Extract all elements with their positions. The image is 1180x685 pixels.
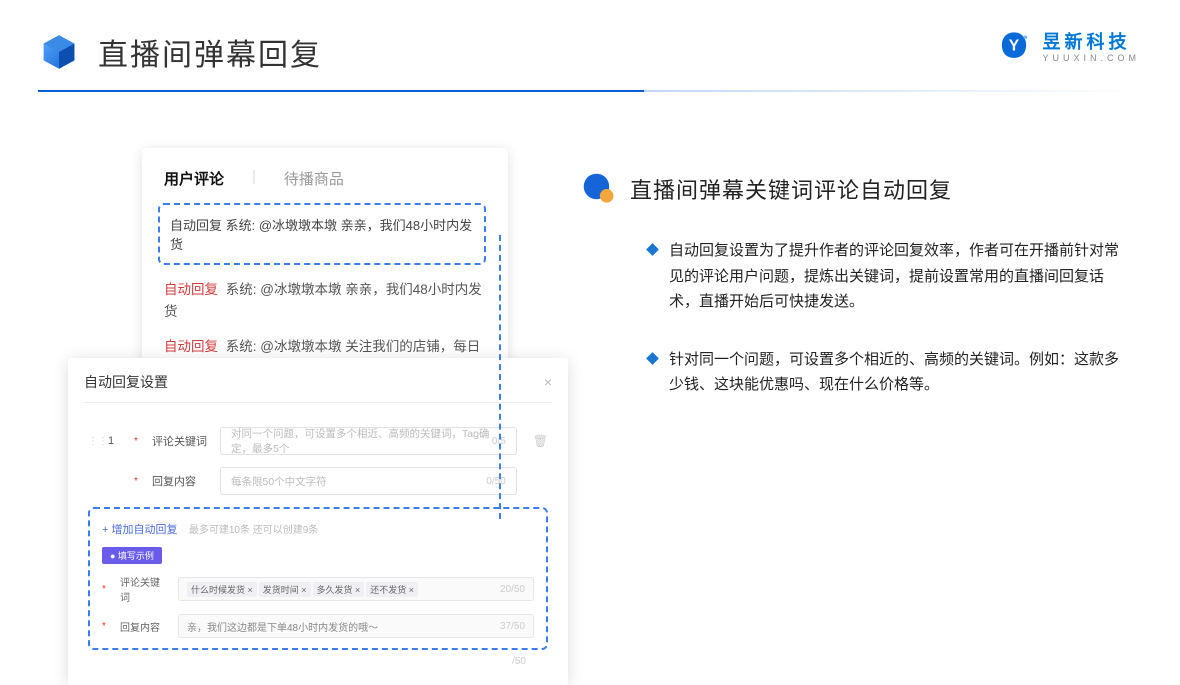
chat-bubble-icon (582, 172, 616, 206)
keyword-placeholder: 对同一个问题，可设置多个相近、高频的关键词，Tag确定，最多5个 (231, 426, 492, 456)
diamond-bullet-icon (646, 243, 659, 256)
section-heading: 直播间弹幕关键词评论自动回复 (630, 173, 952, 205)
drag-handle-icon[interactable]: ⋮⋮ (88, 436, 98, 447)
auto-reply-settings-panel: 自动回复设置 × ⋮⋮ 1 * 评论关键词 对同一个问题，可设置多个相近、高频的… (68, 358, 568, 685)
header-divider (38, 90, 1140, 92)
ex-tag[interactable]: 什么时候发货 × (187, 582, 257, 597)
bullet-text: 自动回复设置为了提升作者的评论回复效率，作者可在开播前针对常见的评论用户问题，提… (669, 238, 1132, 315)
keyword-input[interactable]: 对同一个问题，可设置多个相近、高频的关键词，Tag确定，最多5个 0/5 (220, 427, 517, 455)
auto-reply-tag: 自动回复 (170, 218, 222, 233)
required-dot: * (102, 621, 110, 632)
svg-text:Y: Y (1009, 37, 1020, 54)
example-reply-row: * 回复内容 亲，我们这边都是下单48小时内发货的哦～ 37/50 (102, 614, 534, 638)
ex-reply-count: 37/50 (500, 621, 525, 632)
required-dot: * (134, 436, 142, 447)
cube-icon (38, 31, 80, 73)
ex-kw-count: 20/50 (500, 584, 525, 595)
add-hint: 最多可建10条 还可以创建9条 (189, 525, 318, 536)
settings-title: 自动回复设置 (84, 372, 168, 392)
sequence-number: 1 (108, 435, 124, 447)
tab-pending-products[interactable]: 待播商品 (284, 168, 344, 189)
reply-count: 0/50 (486, 476, 505, 487)
add-auto-reply-link[interactable]: + 增加自动回复 (102, 524, 177, 536)
tab-divider: | (252, 168, 256, 189)
auto-reply-tag: 自动回复 (164, 339, 218, 354)
keyword-row: ⋮⋮ 1 * 评论关键词 对同一个问题，可设置多个相近、高频的关键词，Tag确定… (88, 427, 548, 455)
ex-tag[interactable]: 多久发货 × (313, 582, 365, 597)
brand-name-en: YUUXIN.COM (1042, 53, 1140, 63)
ex-reply-label: 回复内容 (120, 619, 168, 634)
ex-keyword-label: 评论关键词 (120, 574, 168, 604)
trash-icon[interactable]: 🗑 (533, 434, 548, 448)
reply-placeholder: 每条限50个中文字符 (231, 474, 327, 489)
example-keyword-row: * 评论关键词 什么时候发货 × 发货时间 × 多久发货 × 还不发货 × 20… (102, 574, 534, 604)
reply-label: 回复内容 (152, 473, 210, 489)
example-chip: ● 填写示例 (102, 547, 162, 564)
bullet-text: 针对同一个问题，可设置多个相近的、高频的关键词。例如：这款多少钱、这块能优惠吗、… (669, 347, 1132, 398)
brand-logo: Y 昱新科技 YUUXIN.COM (996, 30, 1140, 66)
ex-keyword-input[interactable]: 什么时候发货 × 发货时间 × 多久发货 × 还不发货 × 20/50 (178, 577, 534, 601)
diamond-bullet-icon (646, 352, 659, 365)
comment-row: 自动回复 系统: @冰墩墩本墩 亲亲，我们48小时内发货 (164, 279, 486, 322)
ex-tag[interactable]: 还不发货 × (366, 582, 418, 597)
callout-line (499, 235, 501, 519)
bullet-item: 针对同一个问题，可设置多个相近的、高频的关键词。例如：这款多少钱、这块能优惠吗、… (582, 347, 1132, 398)
brand-name-cn: 昱新科技 (1042, 33, 1140, 51)
ex-reply-input[interactable]: 亲，我们这边都是下单48小时内发货的哦～ 37/50 (178, 614, 534, 638)
tab-user-comments[interactable]: 用户评论 (164, 168, 224, 189)
brand-icon: Y (996, 30, 1032, 66)
example-box: + 增加自动回复 最多可建10条 还可以创建9条 ● 填写示例 * 评论关键词 … (88, 507, 548, 650)
description-column: 直播间弹幕关键词评论自动回复 自动回复设置为了提升作者的评论回复效率，作者可在开… (582, 172, 1132, 398)
required-dot: * (102, 584, 110, 595)
ex-tag[interactable]: 发货时间 × (259, 582, 311, 597)
close-icon[interactable]: × (544, 374, 552, 390)
auto-reply-tag: 自动回复 (164, 282, 218, 297)
keyword-label: 评论关键词 (152, 433, 210, 449)
comment-row-highlighted: 自动回复 系统: @冰墩墩本墩 亲亲，我们48小时内发货 (158, 203, 486, 265)
bottom-count: /50 (88, 656, 548, 667)
bullet-item: 自动回复设置为了提升作者的评论回复效率，作者可在开播前针对常见的评论用户问题，提… (582, 238, 1132, 315)
reply-row: ⋮⋮ 1 * 回复内容 每条限50个中文字符 0/50 🗑 (88, 467, 548, 495)
reply-input[interactable]: 每条限50个中文字符 0/50 (220, 467, 517, 495)
ex-reply-text: 亲，我们这边都是下单48小时内发货的哦～ (187, 619, 378, 634)
page-title: 直播间弹幕回复 (98, 30, 322, 74)
comments-tabs: 用户评论 | 待播商品 (164, 168, 486, 189)
required-dot: * (134, 476, 142, 487)
